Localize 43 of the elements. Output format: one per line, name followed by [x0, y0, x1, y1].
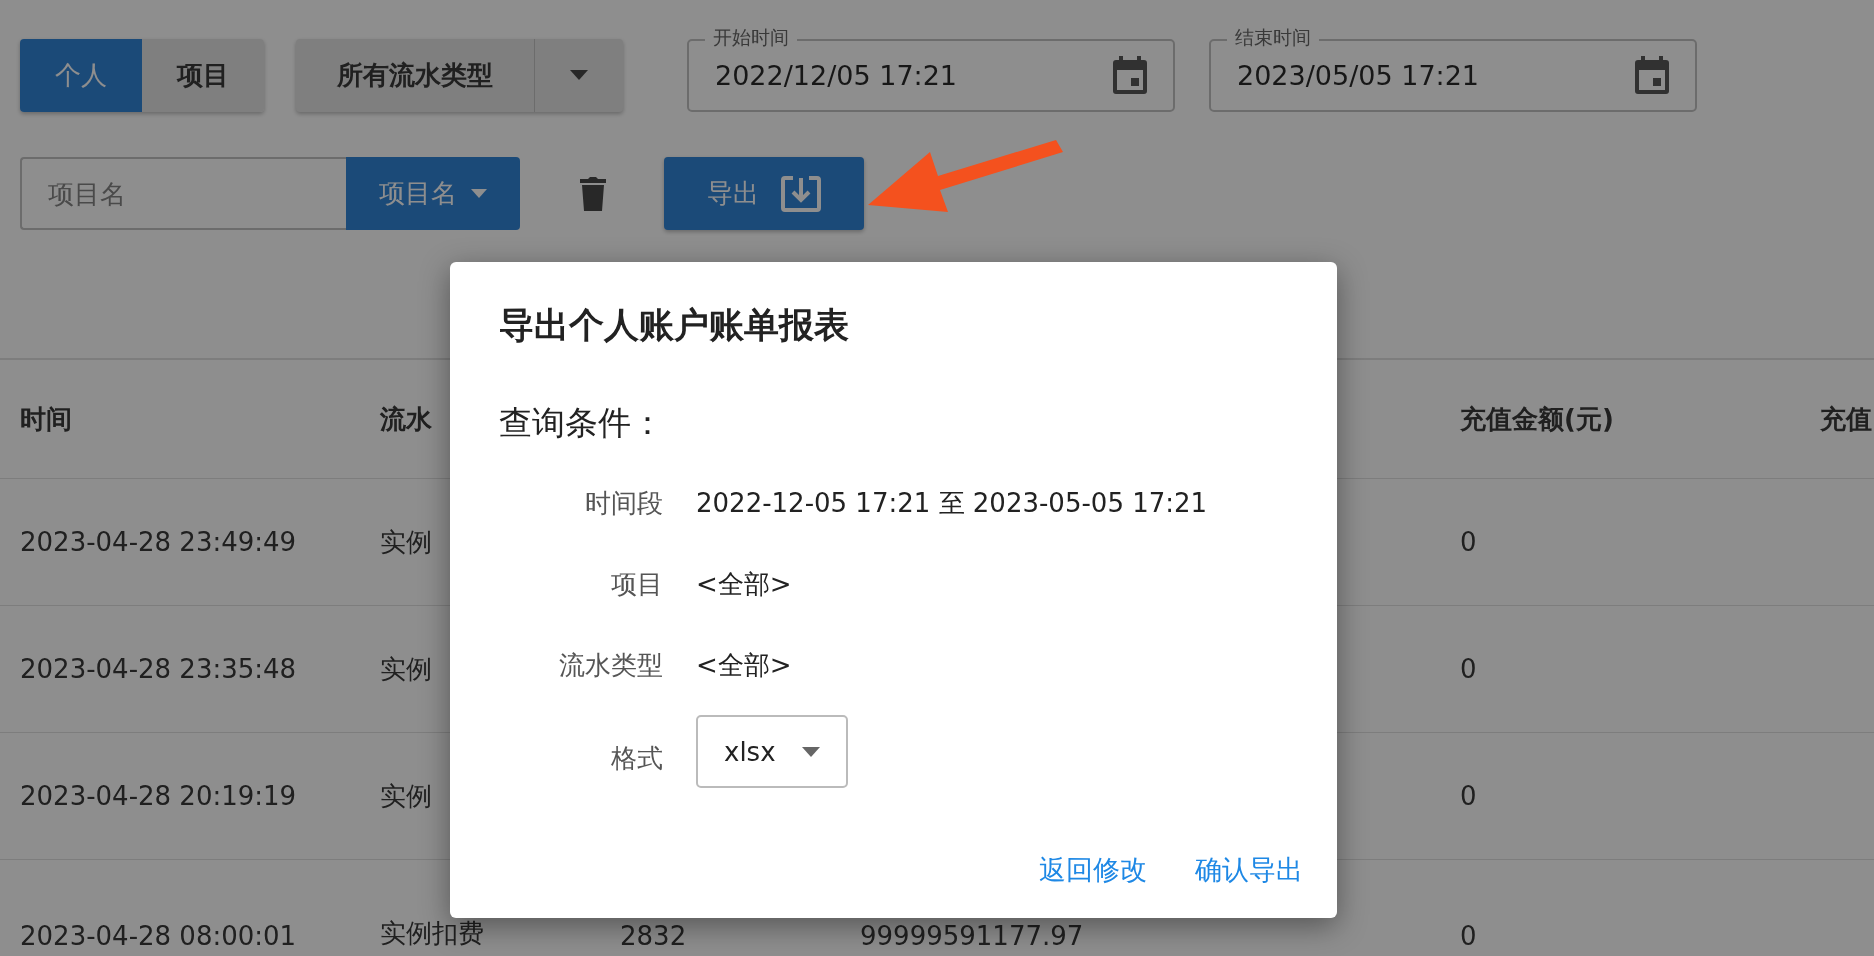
field-value: <全部> — [696, 649, 792, 682]
export-button[interactable]: 导出 — [664, 157, 864, 230]
dialog-action-button[interactable]: 返回修改 — [1039, 852, 1147, 888]
calendar-icon — [1635, 56, 1669, 94]
table-cell-text: 实例扣费 — [380, 917, 484, 950]
download-icon — [781, 175, 821, 212]
field-value: 2022-12-05 17:21 至 2023-05-05 17:21 — [696, 487, 1208, 520]
column-header: 流水 — [380, 402, 432, 436]
table-cell: 2023-04-28 08:00:01 — [20, 921, 297, 951]
table-cell: 2023-04-28 20:19:19 — [20, 781, 297, 811]
search-mode-button[interactable]: 项目名 — [346, 157, 520, 230]
caret-icon — [570, 70, 588, 80]
field-value: <全部> — [696, 568, 792, 601]
table-cell: 0 — [1460, 781, 1477, 811]
table-cell: 0 — [1460, 527, 1477, 557]
table-cell: 0 — [1460, 921, 1477, 951]
table-cell: 0 — [1460, 654, 1477, 684]
table-cell-text: 实例 — [380, 779, 432, 813]
table-cell-text: 实例 — [380, 652, 432, 686]
calendar-icon — [1113, 56, 1147, 94]
project-name-field[interactable]: 项目名 — [20, 157, 346, 230]
section-title: 查询条件： — [499, 402, 664, 444]
caret-icon — [471, 189, 487, 198]
column-header: 充值金额(元) — [1460, 402, 1614, 436]
view-tab[interactable]: 项目 — [142, 38, 264, 112]
column-header: 充值 — [1820, 402, 1872, 436]
field-label: 流水类型 — [559, 649, 663, 682]
trash-icon[interactable] — [580, 176, 606, 211]
field-label: 格式 — [611, 742, 663, 775]
field-label: 时间段 — [585, 487, 663, 520]
caret-icon — [801, 746, 820, 757]
dialog-title: 导出个人账户账单报表 — [499, 304, 849, 347]
type-dropdown[interactable]: 所有流水类型 — [296, 38, 623, 112]
table-cell: 2023-04-28 23:35:48 — [20, 654, 297, 684]
format-select[interactable]: xlsx — [696, 715, 848, 788]
table-cell: 2832 — [620, 921, 687, 951]
table-cell-text: 实例 — [380, 525, 432, 559]
column-header: 时间 — [20, 402, 72, 436]
table-cell: 99999591177.97 — [860, 921, 1084, 951]
view-tab[interactable]: 个人 — [20, 38, 142, 112]
table-cell: 2023-04-28 23:49:49 — [20, 527, 297, 557]
dialog-action-button[interactable]: 确认导出 — [1195, 852, 1303, 888]
field-label: 项目 — [611, 568, 663, 601]
